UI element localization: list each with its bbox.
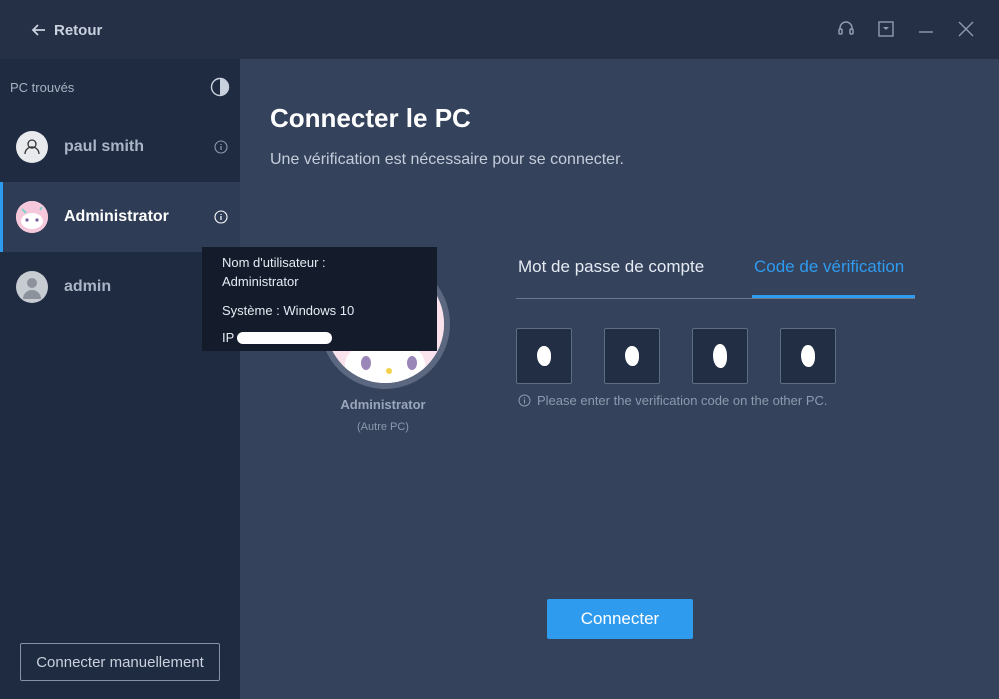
minimize-icon: [919, 31, 933, 33]
dropdown-box-icon: [878, 21, 894, 37]
tooltip-spacer: [222, 291, 417, 301]
tooltip-ip-row: IP :: [222, 330, 417, 345]
support-button[interactable]: [835, 18, 857, 40]
code-digit-1[interactable]: [516, 328, 572, 384]
close-button[interactable]: [955, 18, 977, 40]
code-digit-4[interactable]: [780, 328, 836, 384]
avatar: [16, 271, 48, 303]
page-subtitle: Une vérification est nécessaire pour se …: [270, 151, 624, 168]
sidebar-title: PC trouvés: [10, 79, 75, 95]
avatar: [16, 131, 48, 163]
character-avatar-icon: [16, 201, 48, 233]
sidebar-item-administrator[interactable]: Administrator: [0, 182, 240, 252]
masked-digit: [713, 344, 727, 368]
redacted-ip: [237, 331, 333, 344]
auth-tabs: Mot de passe de compte Code de vérificat…: [516, 249, 915, 299]
info-icon[interactable]: [214, 140, 228, 154]
tooltip-username-label: Nom d'utilisateur :: [222, 255, 326, 270]
back-button[interactable]: Retour: [30, 18, 102, 42]
avatar: [16, 201, 48, 233]
tab-account-password[interactable]: Mot de passe de compte: [518, 257, 704, 299]
user-icon: [24, 139, 40, 155]
pc-name: paul smith: [64, 138, 145, 155]
info-icon[interactable]: [214, 210, 228, 224]
title-bar: Retour: [0, 0, 999, 59]
pc-info-tooltip: Nom d'utilisateur : Administrator Systèm…: [202, 247, 437, 351]
back-label: Retour: [54, 21, 103, 39]
minimize-button[interactable]: [915, 18, 937, 40]
tooltip-system: Système : Windows 10: [222, 303, 355, 318]
target-name: Administrator: [340, 397, 426, 412]
tooltip-username-value: Administrator: [222, 274, 299, 289]
user-silhouette-icon: [23, 278, 41, 299]
refresh-icon[interactable]: [210, 77, 230, 97]
manual-connect-button[interactable]: Connecter manuellement: [20, 643, 220, 681]
arrow-left-icon: [31, 24, 45, 36]
hint-text: Please enter the verification code on th…: [537, 393, 828, 408]
pc-name: Administrator: [64, 208, 169, 225]
code-digit-3[interactable]: [692, 328, 748, 384]
masked-digit: [625, 346, 639, 366]
headset-icon: [838, 21, 854, 35]
main-panel: Connecter le PC Une vérification est néc…: [240, 59, 999, 699]
page-title: Connecter le PC: [270, 103, 471, 133]
code-digit-2[interactable]: [604, 328, 660, 384]
masked-digit: [801, 345, 815, 367]
info-icon: [518, 394, 531, 407]
menu-button[interactable]: [875, 18, 897, 40]
verification-hint: Please enter the verification code on th…: [518, 393, 828, 408]
connect-button[interactable]: Connecter: [547, 599, 693, 639]
target-kind: (Autre PC): [357, 421, 409, 433]
close-icon: [958, 21, 974, 37]
sidebar-header: PC trouvés: [10, 77, 230, 97]
sidebar: PC trouvés paul smith Administrator admi…: [0, 59, 240, 699]
sidebar-item-paul-smith[interactable]: paul smith: [0, 112, 240, 182]
masked-digit: [537, 346, 551, 366]
tab-verification-code[interactable]: Code de vérification: [752, 257, 915, 298]
